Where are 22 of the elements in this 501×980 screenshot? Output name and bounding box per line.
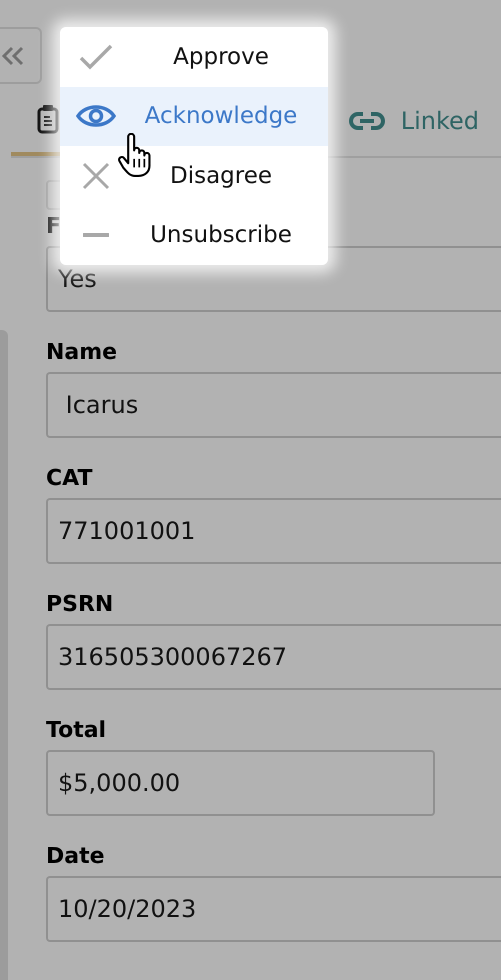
field-label: Name — [46, 339, 118, 367]
close-icon — [82, 162, 110, 190]
field-label: Total — [46, 717, 106, 745]
input-field[interactable]: 316505300067267 — [46, 624, 501, 690]
field-label: PSRN — [46, 591, 114, 619]
menu-item[interactable]: Disagree — [60, 146, 328, 206]
field-label: CAT — [46, 465, 92, 493]
link-icon — [348, 110, 385, 132]
input-field[interactable]: 771001001 — [46, 498, 501, 564]
field-label: F — [46, 213, 62, 241]
input-field[interactable]: 10/20/2023 — [46, 876, 501, 942]
input-field[interactable]: $5,000.00 — [46, 750, 435, 816]
collapse-button[interactable] — [0, 27, 42, 84]
checkmark-icon — [78, 42, 114, 71]
menu-item[interactable]: Acknowledge — [60, 86, 328, 146]
double-chevron-left-icon — [0, 44, 26, 66]
field-label: Date — [46, 843, 105, 871]
clipboard-icon — [37, 104, 59, 134]
input-field[interactable]: Icarus — [46, 372, 501, 438]
minus-icon — [83, 232, 109, 238]
menu-item[interactable]: Approve — [60, 27, 328, 86]
hand-cursor-icon — [118, 133, 152, 178]
